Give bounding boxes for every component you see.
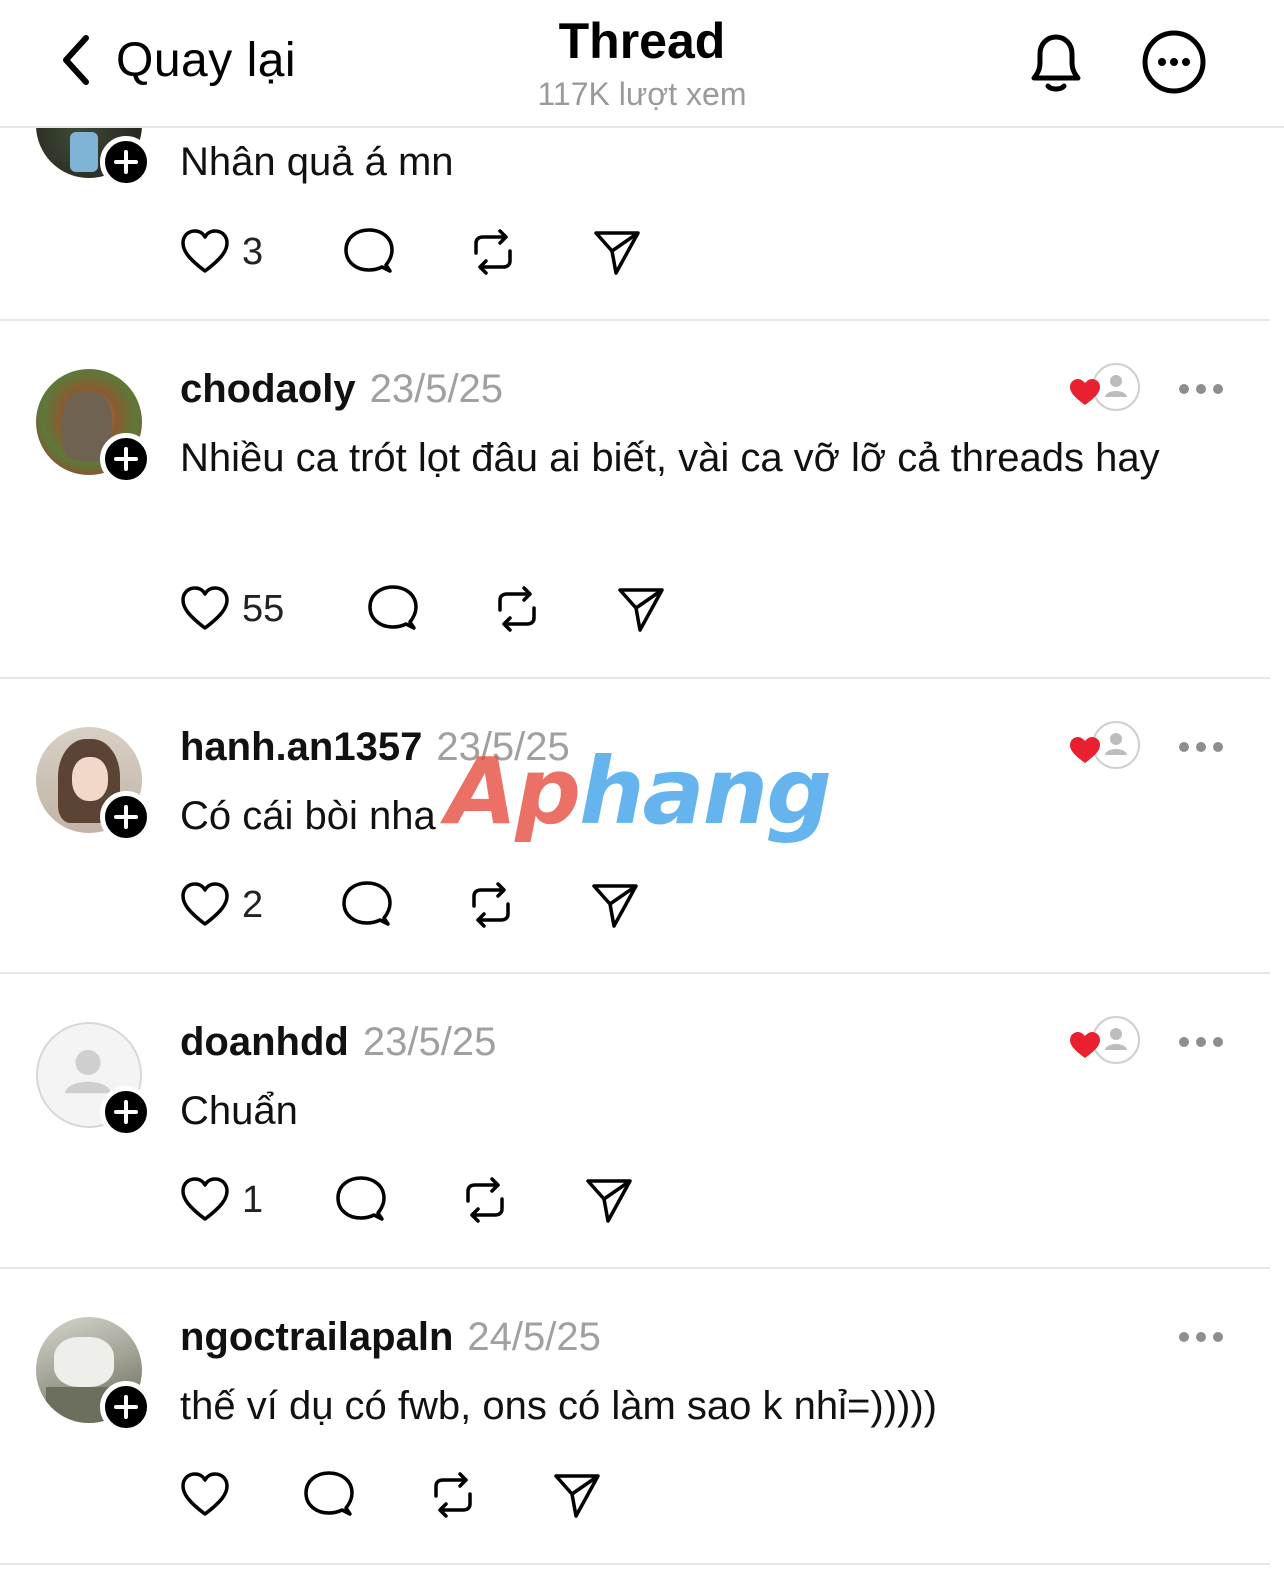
repost-button[interactable] bbox=[464, 878, 588, 932]
like-button[interactable]: 1 bbox=[178, 1173, 334, 1227]
post-date: 24/5/25 bbox=[467, 1315, 601, 1359]
post-text: thế ví dụ có fwb, ons có làm sao k nhỉ=)… bbox=[180, 1384, 937, 1428]
share-button[interactable] bbox=[550, 1468, 604, 1522]
action-bar: 3 bbox=[178, 224, 644, 280]
plus-icon bbox=[114, 805, 138, 829]
top-bar: Quay lại Thread 117K lượt xem bbox=[0, 0, 1284, 128]
send-icon bbox=[554, 1474, 600, 1518]
plus-icon bbox=[114, 1395, 138, 1419]
watermark-logo: Aphang bbox=[446, 738, 832, 845]
like-button[interactable]: 2 bbox=[178, 878, 340, 932]
like-button[interactable] bbox=[178, 1468, 302, 1522]
comment-icon bbox=[344, 228, 394, 273]
follow-button[interactable] bbox=[100, 433, 152, 485]
bell-icon[interactable] bbox=[1020, 26, 1092, 98]
more-circle-icon[interactable] bbox=[1138, 26, 1210, 98]
liked-by-author-icon bbox=[1070, 363, 1140, 411]
share-button[interactable] bbox=[582, 1173, 636, 1227]
action-bar: 55 bbox=[178, 581, 668, 637]
share-button[interactable] bbox=[614, 582, 668, 636]
watermark-part-2: hang bbox=[579, 738, 832, 845]
more-options-icon[interactable] bbox=[1176, 1032, 1226, 1052]
plus-icon bbox=[114, 1100, 138, 1124]
repost-icon bbox=[474, 229, 512, 275]
reply-post: chodaoly 23/5/25 Nhiều ca trót lọt đâu a… bbox=[0, 321, 1270, 679]
comment-icon bbox=[304, 1471, 354, 1516]
repost-button[interactable] bbox=[426, 1468, 550, 1522]
more-options-icon[interactable] bbox=[1176, 737, 1226, 757]
follow-button[interactable] bbox=[100, 1086, 152, 1138]
reply-post: doanhdd 23/5/25 Chuẩn 1 bbox=[0, 974, 1270, 1269]
comment-button[interactable] bbox=[342, 225, 466, 279]
liked-by-author-icon bbox=[1070, 1016, 1140, 1064]
share-button[interactable] bbox=[588, 878, 642, 932]
comment-icon bbox=[368, 585, 418, 630]
watermark-part-1: Ap bbox=[446, 738, 581, 845]
repost-icon bbox=[434, 1472, 472, 1518]
comment-button[interactable] bbox=[334, 1173, 458, 1227]
send-icon bbox=[618, 588, 664, 632]
more-options-icon[interactable] bbox=[1176, 379, 1226, 399]
post-text: Nhân quả á mn bbox=[180, 140, 454, 184]
username[interactable]: chodaoly bbox=[180, 365, 356, 413]
username[interactable]: hanh.an1357 bbox=[180, 723, 422, 771]
heart-outline-icon bbox=[181, 1472, 229, 1516]
comment-icon bbox=[336, 1176, 386, 1221]
follow-button[interactable] bbox=[100, 1381, 152, 1433]
post-text: Nhiều ca trót lọt đâu ai biết, vài ca vỡ… bbox=[180, 436, 1160, 480]
share-button[interactable] bbox=[590, 225, 644, 279]
post-date: 23/5/25 bbox=[369, 367, 504, 411]
repost-icon bbox=[472, 882, 510, 928]
comment-button[interactable] bbox=[340, 878, 464, 932]
heart-outline-icon bbox=[181, 882, 229, 926]
repost-icon bbox=[498, 586, 536, 632]
plus-icon bbox=[114, 447, 138, 471]
liked-by-author-icon bbox=[1070, 721, 1140, 769]
post-meta: doanhdd 23/5/25 bbox=[180, 1018, 496, 1066]
comment-icon bbox=[342, 881, 392, 926]
like-button[interactable]: 3 bbox=[178, 225, 342, 279]
more-options-icon[interactable] bbox=[1176, 1327, 1226, 1347]
post-meta: ngoctrailapaln 24/5/25 bbox=[180, 1313, 601, 1361]
follow-button[interactable] bbox=[100, 136, 152, 188]
action-bar bbox=[178, 1467, 604, 1523]
like-count: 3 bbox=[242, 230, 264, 273]
post-date: 23/5/25 bbox=[362, 1020, 497, 1064]
like-count: 1 bbox=[242, 1178, 264, 1221]
follow-button[interactable] bbox=[100, 791, 152, 843]
heart-outline-icon bbox=[181, 1177, 229, 1221]
heart-outline-icon bbox=[181, 586, 229, 630]
action-bar: 1 bbox=[178, 1172, 636, 1228]
plus-icon bbox=[114, 150, 138, 174]
heart-outline-icon bbox=[181, 229, 229, 273]
like-button[interactable]: 55 bbox=[178, 582, 366, 636]
send-icon bbox=[586, 1179, 632, 1223]
username[interactable]: ngoctrailapaln bbox=[180, 1313, 453, 1361]
repost-button[interactable] bbox=[466, 225, 590, 279]
username[interactable]: doanhdd bbox=[180, 1018, 349, 1066]
reply-post: ngoctrailapaln 24/5/25 thế ví dụ có fwb,… bbox=[0, 1269, 1270, 1565]
repost-button[interactable] bbox=[458, 1173, 582, 1227]
send-icon bbox=[592, 884, 638, 928]
reply-post: Nhân quả á mn 3 bbox=[0, 72, 1270, 321]
like-count: 2 bbox=[242, 883, 264, 926]
post-text: Chuẩn bbox=[180, 1089, 298, 1133]
comment-button[interactable] bbox=[302, 1468, 426, 1522]
post-meta: chodaoly 23/5/25 bbox=[180, 365, 503, 413]
send-icon bbox=[594, 231, 640, 275]
repost-button[interactable] bbox=[490, 582, 614, 636]
repost-icon bbox=[466, 1177, 504, 1223]
comment-button[interactable] bbox=[366, 582, 490, 636]
action-bar: 2 bbox=[178, 877, 642, 933]
like-count: 55 bbox=[242, 587, 285, 630]
